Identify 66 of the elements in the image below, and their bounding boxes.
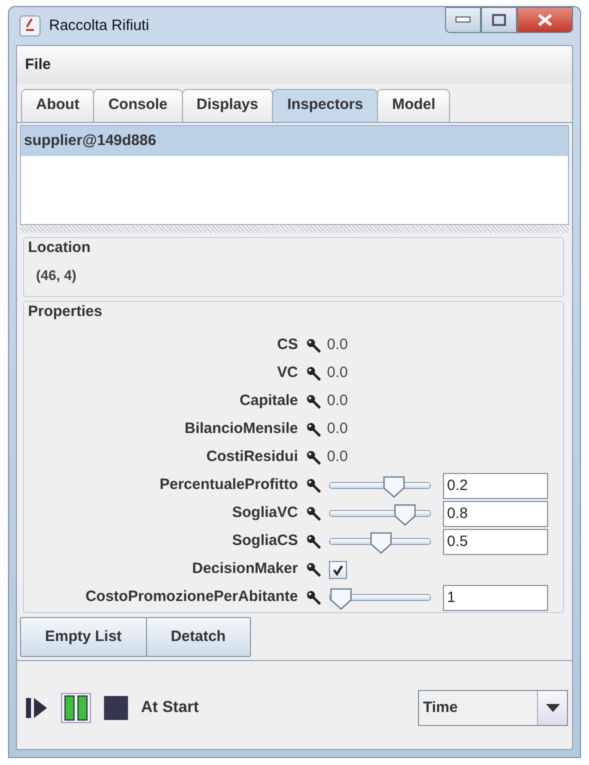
play-icon[interactable] (25, 696, 49, 720)
location-value: (46, 4) (35, 266, 78, 285)
status-text: At Start (141, 698, 199, 718)
time-dropdown[interactable]: Time (418, 690, 568, 726)
maximize-button[interactable] (481, 7, 517, 33)
slider-thumb[interactable] (329, 586, 353, 610)
property-label: SogliaVC (231, 503, 298, 524)
tab[interactable]: Console (93, 89, 183, 122)
property-value: 0.0 (327, 335, 348, 356)
key-icon[interactable] (306, 478, 321, 493)
property-label: PercentualeProfitto (158, 475, 298, 496)
property-label: SogliaCS (231, 531, 298, 552)
key-icon[interactable] (306, 590, 321, 605)
action-button[interactable]: Empty List (20, 616, 147, 657)
tab[interactable]: About (21, 89, 94, 122)
property-value: 0.0 (327, 419, 348, 440)
checkbox[interactable] (329, 560, 347, 578)
property-label: Capitale (238, 391, 298, 412)
menu-item[interactable]: File (25, 54, 51, 76)
slider-thumb[interactable] (392, 502, 417, 526)
stop-icon[interactable] (103, 695, 129, 721)
tab[interactable]: Model (377, 89, 450, 122)
property-value: 0.0 (327, 447, 348, 468)
property-label: CostiResidui (205, 447, 298, 468)
action-button[interactable]: Detatch (146, 616, 251, 657)
dropdown-button[interactable] (537, 691, 567, 725)
window-title: Raccolta Rifiuti (49, 16, 150, 36)
minimize-icon (455, 16, 471, 24)
slider-thumb[interactable] (368, 530, 393, 554)
key-icon[interactable] (306, 366, 321, 381)
key-icon[interactable] (306, 562, 321, 577)
text-field[interactable]: 0.8 (443, 500, 548, 526)
slider-thumb[interactable] (382, 474, 406, 498)
key-icon[interactable] (306, 338, 321, 353)
tab[interactable]: Displays (182, 89, 274, 122)
list-item[interactable]: supplier@149d886 (21, 126, 568, 156)
property-label: DecisionMaker (191, 559, 298, 580)
property-label: VC (276, 363, 298, 384)
key-icon[interactable] (306, 450, 321, 465)
tab[interactable]: Inspectors (272, 89, 378, 122)
property-label: CostoPromozionePerAbitante (84, 587, 298, 608)
close-button[interactable] (517, 7, 573, 33)
group-title: Location (28, 238, 92, 258)
group-title: Properties (28, 302, 104, 322)
property-value: 0.0 (327, 391, 348, 412)
minimize-button[interactable] (445, 7, 481, 33)
text-field[interactable]: 0.2 (443, 472, 548, 498)
property-value: 0.0 (327, 363, 348, 384)
maximize-icon (492, 14, 506, 26)
slider[interactable] (329, 530, 431, 552)
key-icon[interactable] (306, 422, 321, 437)
slider[interactable] (329, 502, 431, 524)
close-icon (537, 13, 553, 27)
caret-icon (546, 704, 560, 712)
text-field[interactable]: 1 (443, 584, 548, 610)
property-label: CS (276, 335, 298, 356)
app-icon (19, 15, 41, 37)
key-icon[interactable] (306, 394, 321, 409)
slider[interactable] (329, 474, 431, 496)
slider[interactable] (329, 586, 431, 608)
text-field[interactable]: 0.5 (443, 528, 548, 554)
key-icon[interactable] (306, 534, 321, 549)
pause-icon[interactable] (61, 693, 91, 723)
property-label: BilancioMensile (184, 419, 298, 440)
key-icon[interactable] (306, 506, 321, 521)
check-icon (332, 564, 344, 576)
